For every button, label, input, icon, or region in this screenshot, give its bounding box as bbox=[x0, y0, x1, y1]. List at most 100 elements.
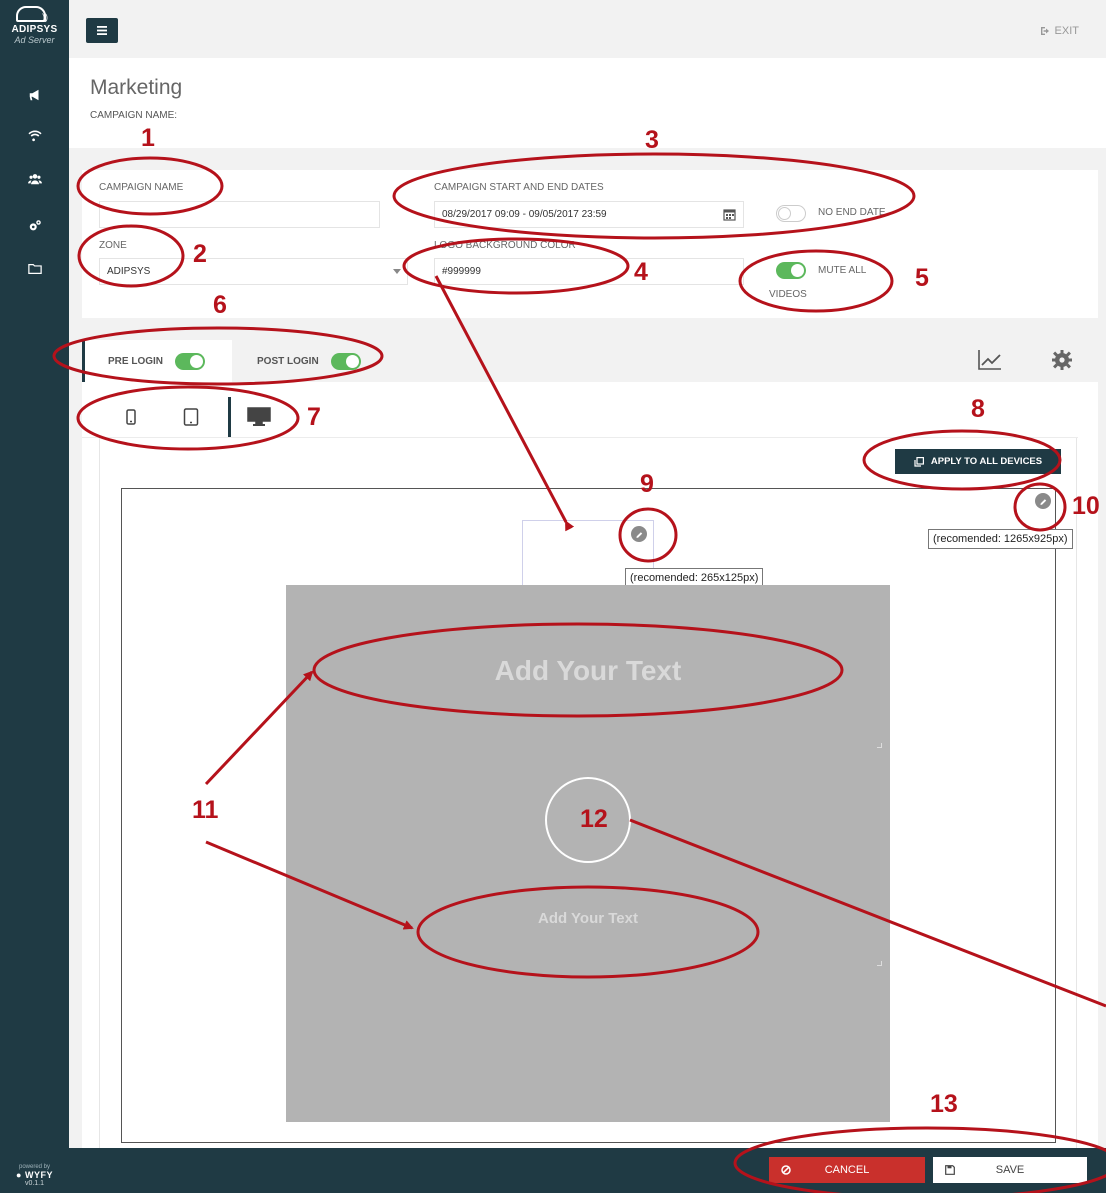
cancel-button[interactable]: CANCEL bbox=[769, 1157, 925, 1183]
device-selector bbox=[102, 396, 286, 438]
brand-subtitle: Ad Server bbox=[14, 35, 55, 45]
annotation-number: 5 bbox=[915, 264, 929, 292]
powered-by-brand: ● WYFY bbox=[16, 1170, 53, 1180]
sidebar-item-campaigns[interactable] bbox=[0, 76, 69, 114]
cancel-label: CANCEL bbox=[824, 1164, 870, 1176]
annotation-number: 11 bbox=[192, 796, 219, 824]
hamburger-icon bbox=[97, 26, 107, 35]
exit-label: EXIT bbox=[1054, 25, 1079, 37]
page-title: Marketing bbox=[90, 76, 183, 99]
chart-line-icon[interactable] bbox=[977, 348, 1003, 372]
campaign-name-input[interactable] bbox=[99, 201, 380, 228]
annotation-number: 9 bbox=[640, 470, 654, 498]
toggle-knob bbox=[778, 207, 791, 220]
wifi-waves-icon: )) bbox=[42, 12, 48, 22]
save-button[interactable]: SAVE bbox=[933, 1157, 1087, 1183]
annotation-number: 6 bbox=[213, 291, 227, 319]
cogs-icon bbox=[29, 220, 41, 231]
pencil-icon bbox=[1039, 498, 1046, 505]
folder-icon bbox=[27, 264, 42, 274]
no-end-date-label: NO END DATE bbox=[818, 207, 886, 218]
desktop-icon bbox=[246, 407, 271, 426]
brand-name: ADIPSYS bbox=[11, 24, 58, 35]
mute-all-label: MUTE ALL bbox=[818, 265, 867, 276]
annotation-number: 13 bbox=[930, 1090, 958, 1118]
sidebar: )) ADIPSYS Ad Server powered by ● WYFY v… bbox=[0, 0, 69, 1193]
device-tablet-button[interactable] bbox=[162, 397, 220, 437]
logo-edit-button[interactable] bbox=[631, 526, 647, 542]
zone-label: ZONE bbox=[99, 240, 127, 251]
annotation-number: 1 bbox=[141, 124, 155, 152]
powered-by-brand-name: WYFY bbox=[24, 1170, 53, 1180]
menu-toggle-button[interactable] bbox=[86, 18, 118, 43]
sidebar-item-files[interactable] bbox=[0, 250, 69, 288]
mute-all-videos-toggle[interactable] bbox=[776, 262, 806, 279]
powered-by: powered by ● WYFY v0.1.1 bbox=[0, 1164, 69, 1187]
ad-body-text[interactable]: Add Your Text bbox=[286, 910, 890, 927]
date-range-input[interactable]: 08/29/2017 09:09 - 09/05/2017 23:59 bbox=[434, 201, 744, 228]
apply-to-all-devices-label: APPLY TO ALL DEVICES bbox=[930, 456, 1043, 467]
annotation-number: 3 bbox=[645, 126, 659, 154]
tab-pre-login[interactable]: PRE LOGIN bbox=[82, 340, 232, 382]
zone-selected-value: ADIPSYS bbox=[107, 266, 151, 277]
annotation-number: 8 bbox=[971, 395, 985, 423]
zone-select[interactable]: ADIPSYS bbox=[99, 258, 408, 285]
background-size-tooltip: (recomended: 1265x925px) bbox=[928, 529, 1073, 549]
pencil-icon bbox=[635, 531, 642, 538]
logo-bg-color-label: LOGO BACKGROUND COLOR bbox=[434, 240, 576, 251]
pre-login-toggle[interactable] bbox=[175, 352, 206, 370]
sign-out-icon bbox=[1040, 27, 1049, 35]
tab-post-login-label: POST LOGIN bbox=[257, 355, 319, 367]
apply-to-all-devices-button[interactable]: APPLY TO ALL DEVICES bbox=[895, 449, 1061, 474]
toggle-knob bbox=[791, 264, 804, 277]
annotation-number: 2 bbox=[193, 240, 207, 268]
ad-title-text[interactable]: Add Your Text bbox=[286, 655, 890, 687]
tab-pre-login-label: PRE LOGIN bbox=[108, 355, 164, 367]
post-login-toggle[interactable] bbox=[330, 352, 361, 370]
save-label: SAVE bbox=[995, 1164, 1025, 1176]
annotation-number: 12 bbox=[580, 805, 608, 833]
gear-icon[interactable] bbox=[1049, 348, 1075, 372]
sidebar-item-users[interactable] bbox=[0, 160, 69, 198]
annotation-number: 7 bbox=[307, 403, 321, 431]
resize-handle-icon[interactable] bbox=[877, 743, 882, 748]
ad-content-area[interactable]: Add Your Text Add Your Text bbox=[286, 585, 890, 1122]
dates-label: CAMPAIGN START AND END DATES bbox=[434, 182, 604, 193]
toggle-knob bbox=[345, 354, 359, 368]
date-range-value: 08/29/2017 09:09 - 09/05/2017 23:59 bbox=[442, 209, 607, 220]
calendar-icon[interactable] bbox=[723, 208, 736, 221]
tab-post-login[interactable]: POST LOGIN bbox=[232, 340, 392, 382]
page-subtitle: CAMPAIGN NAME: bbox=[90, 110, 178, 121]
ban-icon bbox=[781, 1165, 791, 1175]
logo-bg-color-input[interactable]: #999999 bbox=[434, 258, 744, 285]
brand-logo: )) ADIPSYS Ad Server bbox=[0, 6, 69, 45]
version-label: v0.1.1 bbox=[24, 1180, 45, 1187]
device-desktop-button[interactable] bbox=[228, 397, 286, 437]
no-end-date-toggle[interactable] bbox=[776, 205, 806, 222]
users-icon bbox=[27, 174, 42, 185]
campaign-name-label: CAMPAIGN NAME bbox=[99, 182, 184, 193]
campaign-form: CAMPAIGN NAME ZONE ADIPSYS CAMPAIGN STAR… bbox=[82, 170, 1098, 318]
background-edit-button[interactable] bbox=[1035, 493, 1051, 509]
phone-icon bbox=[126, 409, 136, 425]
megaphone-icon bbox=[29, 89, 38, 101]
sidebar-item-settings[interactable] bbox=[0, 207, 69, 245]
device-phone-button[interactable] bbox=[102, 397, 160, 437]
mute-all-videos-label: VIDEOS bbox=[769, 289, 807, 300]
tablet-icon bbox=[183, 408, 199, 426]
floppy-disk-icon bbox=[945, 1165, 955, 1175]
resize-handle-icon[interactable] bbox=[877, 961, 882, 966]
cloud-icon bbox=[15, 6, 46, 22]
annotation-number: 4 bbox=[634, 258, 648, 286]
top-bar: EXIT bbox=[69, 0, 1106, 58]
login-tabs: PRE LOGIN POST LOGIN bbox=[82, 340, 1098, 382]
toggle-knob bbox=[190, 354, 204, 368]
page-header: Marketing CAMPAIGN NAME: bbox=[69, 58, 1106, 148]
exit-button[interactable]: EXIT bbox=[1040, 25, 1079, 37]
chevron-down-icon bbox=[393, 269, 401, 274]
footer-bar: CANCEL SAVE bbox=[69, 1148, 1106, 1193]
annotation-number: 10 bbox=[1072, 492, 1100, 520]
sidebar-item-hotspots[interactable] bbox=[0, 116, 69, 154]
copy-icon bbox=[914, 456, 924, 467]
wifi-icon bbox=[27, 130, 42, 142]
